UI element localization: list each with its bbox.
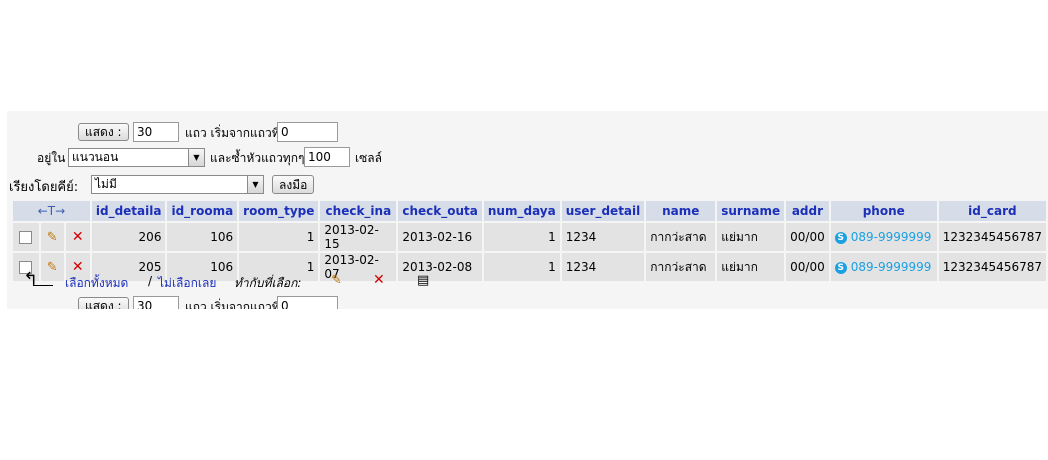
cell-room-type: 1 bbox=[239, 223, 319, 251]
row-edit-cell: ✎ bbox=[40, 223, 64, 251]
cell-check-ina: 2013-02-15 bbox=[320, 223, 397, 251]
row-delete-cell: ✕ bbox=[65, 223, 90, 251]
phone-link[interactable]: 089-9999999 bbox=[851, 260, 932, 274]
corner-arrow-line bbox=[33, 285, 53, 286]
cell-surname: แย่มาก bbox=[717, 223, 785, 251]
repeat-headers-input[interactable]: 100 bbox=[304, 147, 350, 167]
pencil-icon[interactable]: ✎ bbox=[331, 273, 342, 288]
mode-select[interactable]: แนวนอน ▼ bbox=[68, 148, 205, 167]
pencil-icon[interactable]: ✎ bbox=[47, 260, 58, 275]
show-button[interactable]: แสดง : bbox=[78, 123, 129, 141]
row-edit-cell: ✎ bbox=[40, 253, 64, 281]
column-arrows-header[interactable]: ←T→ bbox=[13, 201, 90, 221]
rows-input[interactable]: 30 bbox=[133, 122, 179, 142]
x-icon[interactable]: ✕ bbox=[373, 272, 385, 288]
cell-id-card: 1232345456787 bbox=[938, 253, 1046, 281]
document-icon[interactable]: ▤ bbox=[417, 273, 429, 288]
rows-input-bottom[interactable]: 30 bbox=[133, 296, 179, 309]
cell-addr: 00/00 bbox=[786, 223, 829, 251]
mode-prefix-label: อยู่ใน bbox=[37, 151, 66, 165]
select-separator: / bbox=[148, 274, 153, 288]
column-header[interactable]: check_ina bbox=[320, 201, 397, 221]
go-button[interactable]: ลงมือ bbox=[272, 175, 315, 194]
cells-label: เซลล์ bbox=[355, 151, 382, 165]
cell-name: กากว่ะสาด bbox=[646, 223, 716, 251]
cell-check-outa: 2013-02-08 bbox=[398, 253, 482, 281]
column-header[interactable]: phone bbox=[830, 201, 937, 221]
start-row-input[interactable]: 0 bbox=[277, 122, 338, 142]
column-header[interactable]: id_rooma bbox=[167, 201, 238, 221]
rows-label: แถว เริ่มจากแถวที่ bbox=[185, 126, 280, 140]
column-header[interactable]: surname bbox=[717, 201, 785, 221]
cell-num-daya: 1 bbox=[483, 223, 560, 251]
rows-label-bottom: แถว เริ่มจากแถวที่ bbox=[185, 300, 280, 309]
x-icon[interactable]: ✕ bbox=[72, 229, 84, 245]
table-row: ✎ ✕ 206 106 1 2013-02-15 2013-02-16 1 12… bbox=[13, 223, 1046, 251]
column-header[interactable]: num_daya bbox=[483, 201, 560, 221]
row-checkbox-cell bbox=[13, 223, 39, 251]
cell-name: กากว่ะสาด bbox=[646, 253, 716, 281]
row-checkbox[interactable] bbox=[19, 231, 33, 244]
cell-check-outa: 2013-02-16 bbox=[398, 223, 482, 251]
cell-id-card: 1232345456787 bbox=[938, 223, 1046, 251]
column-header[interactable]: id_detaila bbox=[91, 201, 166, 221]
sort-label: เรียงโดยคีย์: bbox=[9, 180, 79, 195]
with-selected-label: ทำกับที่เลือก: bbox=[234, 276, 302, 290]
cell-id-detaila: 206 bbox=[91, 223, 166, 251]
show-button-bottom[interactable]: แสดง : bbox=[78, 297, 129, 309]
cell-user-detail: 1234 bbox=[561, 223, 645, 251]
column-header[interactable]: id_card bbox=[938, 201, 1046, 221]
column-header[interactable]: user_detail bbox=[561, 201, 645, 221]
cell-id-rooma: 106 bbox=[167, 223, 238, 251]
start-row-input-bottom[interactable]: 0 bbox=[277, 296, 338, 309]
mode-select-value: แนวนอน bbox=[72, 150, 119, 164]
browse-panel: แสดง : 30 แถว เริ่มจากแถวที่ 0 อยู่ใน แน… bbox=[7, 111, 1048, 309]
corner-arrow-icon: ↰ bbox=[23, 269, 39, 290]
cell-phone: S 089-9999999 bbox=[830, 223, 937, 251]
table-header-row: ←T→ id_detaila id_rooma room_type check_… bbox=[13, 201, 1046, 221]
column-header[interactable]: name bbox=[646, 201, 716, 221]
column-header[interactable]: addr bbox=[786, 201, 829, 221]
sort-select-value: ไม่มี bbox=[95, 177, 117, 191]
x-icon[interactable]: ✕ bbox=[72, 259, 84, 275]
phone-link[interactable]: 089-9999999 bbox=[851, 230, 932, 244]
select-none-link[interactable]: ไม่เลือกเลย bbox=[158, 274, 216, 293]
skype-icon[interactable]: S bbox=[834, 231, 847, 244]
sort-select[interactable]: ไม่มี ▼ bbox=[91, 175, 264, 194]
column-header[interactable]: room_type bbox=[239, 201, 319, 221]
cell-addr: 00/00 bbox=[786, 253, 829, 281]
chevron-down-icon: ▼ bbox=[247, 176, 263, 193]
cell-num-daya: 1 bbox=[483, 253, 560, 281]
cell-surname: แย่มาก bbox=[717, 253, 785, 281]
results-table: ←T→ id_detaila id_rooma room_type check_… bbox=[11, 199, 1048, 283]
cell-user-detail: 1234 bbox=[561, 253, 645, 281]
cell-phone: S 089-9999999 bbox=[830, 253, 937, 281]
chevron-down-icon: ▼ bbox=[188, 149, 204, 166]
repeat-label: และซ้ำหัวแถวทุกๆ bbox=[210, 151, 305, 165]
skype-icon[interactable]: S bbox=[834, 261, 847, 274]
column-header[interactable]: check_outa bbox=[398, 201, 482, 221]
select-all-link[interactable]: เลือกทั้งหมด bbox=[65, 274, 128, 293]
pencil-icon[interactable]: ✎ bbox=[47, 230, 58, 245]
